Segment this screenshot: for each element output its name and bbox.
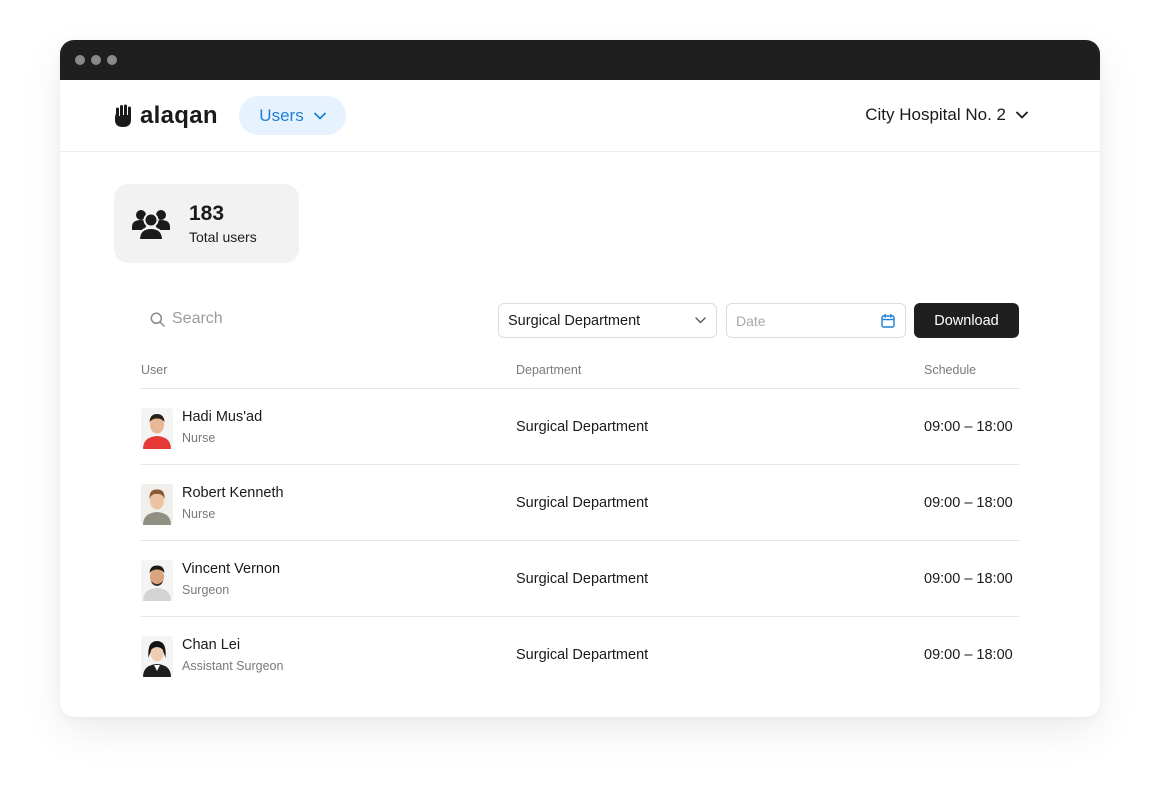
person-avatar-icon — [141, 636, 173, 677]
table-row[interactable]: Robert Kenneth Nurse Surgical Department… — [141, 465, 1019, 541]
organization-name: City Hospital No. 2 — [865, 105, 1006, 124]
search-placeholder: Search — [172, 310, 223, 327]
user-name: Hadi Mus'ad — [182, 409, 263, 425]
person-avatar-icon — [141, 408, 173, 449]
calendar-icon[interactable] — [881, 313, 895, 328]
person-avatar-icon — [141, 560, 173, 601]
table-row[interactable]: Hadi Mus'ad Nurse Surgical Department 09… — [141, 389, 1019, 465]
user-department: Surgical Department — [516, 495, 649, 511]
search-icon — [150, 312, 165, 327]
person-avatar-icon — [141, 484, 173, 525]
window-dot-icon[interactable] — [75, 55, 85, 65]
user-department: Surgical Department — [516, 571, 649, 587]
chevron-down-icon — [1016, 111, 1028, 119]
user-role: Surgeon — [182, 583, 230, 597]
department-select-value: Surgical Department — [508, 312, 641, 329]
chevron-down-icon — [313, 112, 326, 119]
total-users-card: 183 Total users — [114, 184, 299, 263]
users-section-dropdown[interactable]: Users — [239, 96, 346, 135]
avatar — [141, 408, 173, 449]
user-department: Surgical Department — [516, 419, 649, 435]
user-name: Chan Lei — [182, 637, 241, 653]
total-users-label: Total users — [189, 229, 257, 245]
user-schedule: 09:00 – 18:00 — [924, 419, 1013, 435]
hand-logo-icon — [115, 104, 131, 127]
window-dot-icon[interactable] — [107, 55, 117, 65]
table-header: User Department Schedule — [141, 354, 1019, 389]
avatar — [141, 560, 173, 601]
user-schedule: 09:00 – 18:00 — [924, 571, 1013, 587]
top-header: alaqan Users City Hospital No. 2 — [60, 80, 1100, 152]
window-dot-icon[interactable] — [91, 55, 101, 65]
column-header-user[interactable]: User — [141, 363, 167, 377]
users-group-icon — [132, 210, 170, 240]
section-label: Users — [259, 105, 304, 125]
chevron-down-icon — [695, 317, 706, 324]
avatar — [141, 484, 173, 525]
user-role: Nurse — [182, 507, 216, 521]
app-window: alaqan Users City Hospital No. 2 183 Tot… — [60, 40, 1100, 717]
column-header-schedule[interactable]: Schedule — [924, 363, 976, 377]
download-button[interactable]: Download — [914, 303, 1019, 338]
users-table: User Department Schedule Hadi Mus'ad Nur… — [141, 354, 1019, 693]
date-placeholder: Date — [736, 312, 766, 329]
user-role: Assistant Surgeon — [182, 659, 284, 673]
logo-text: alaqan — [140, 102, 218, 129]
department-select[interactable]: Surgical Department — [498, 303, 717, 338]
table-row[interactable]: Chan Lei Assistant Surgeon Surgical Depa… — [141, 617, 1019, 693]
search-input[interactable]: Search — [150, 310, 223, 328]
user-role: Nurse — [182, 431, 216, 445]
organization-selector[interactable]: City Hospital No. 2 — [865, 105, 1028, 125]
date-picker[interactable]: Date — [726, 303, 906, 338]
user-schedule: 09:00 – 18:00 — [924, 495, 1013, 511]
column-header-department[interactable]: Department — [516, 363, 581, 377]
window-titlebar — [60, 40, 1100, 80]
app-logo[interactable]: alaqan — [112, 102, 218, 130]
total-users-value: 183 — [189, 202, 225, 225]
user-name: Vincent Vernon — [182, 561, 281, 577]
user-department: Surgical Department — [516, 647, 649, 663]
table-row[interactable]: Vincent Vernon Surgeon Surgical Departme… — [141, 541, 1019, 617]
user-name: Robert Kenneth — [182, 485, 284, 501]
user-schedule: 09:00 – 18:00 — [924, 647, 1013, 663]
avatar — [141, 636, 173, 677]
